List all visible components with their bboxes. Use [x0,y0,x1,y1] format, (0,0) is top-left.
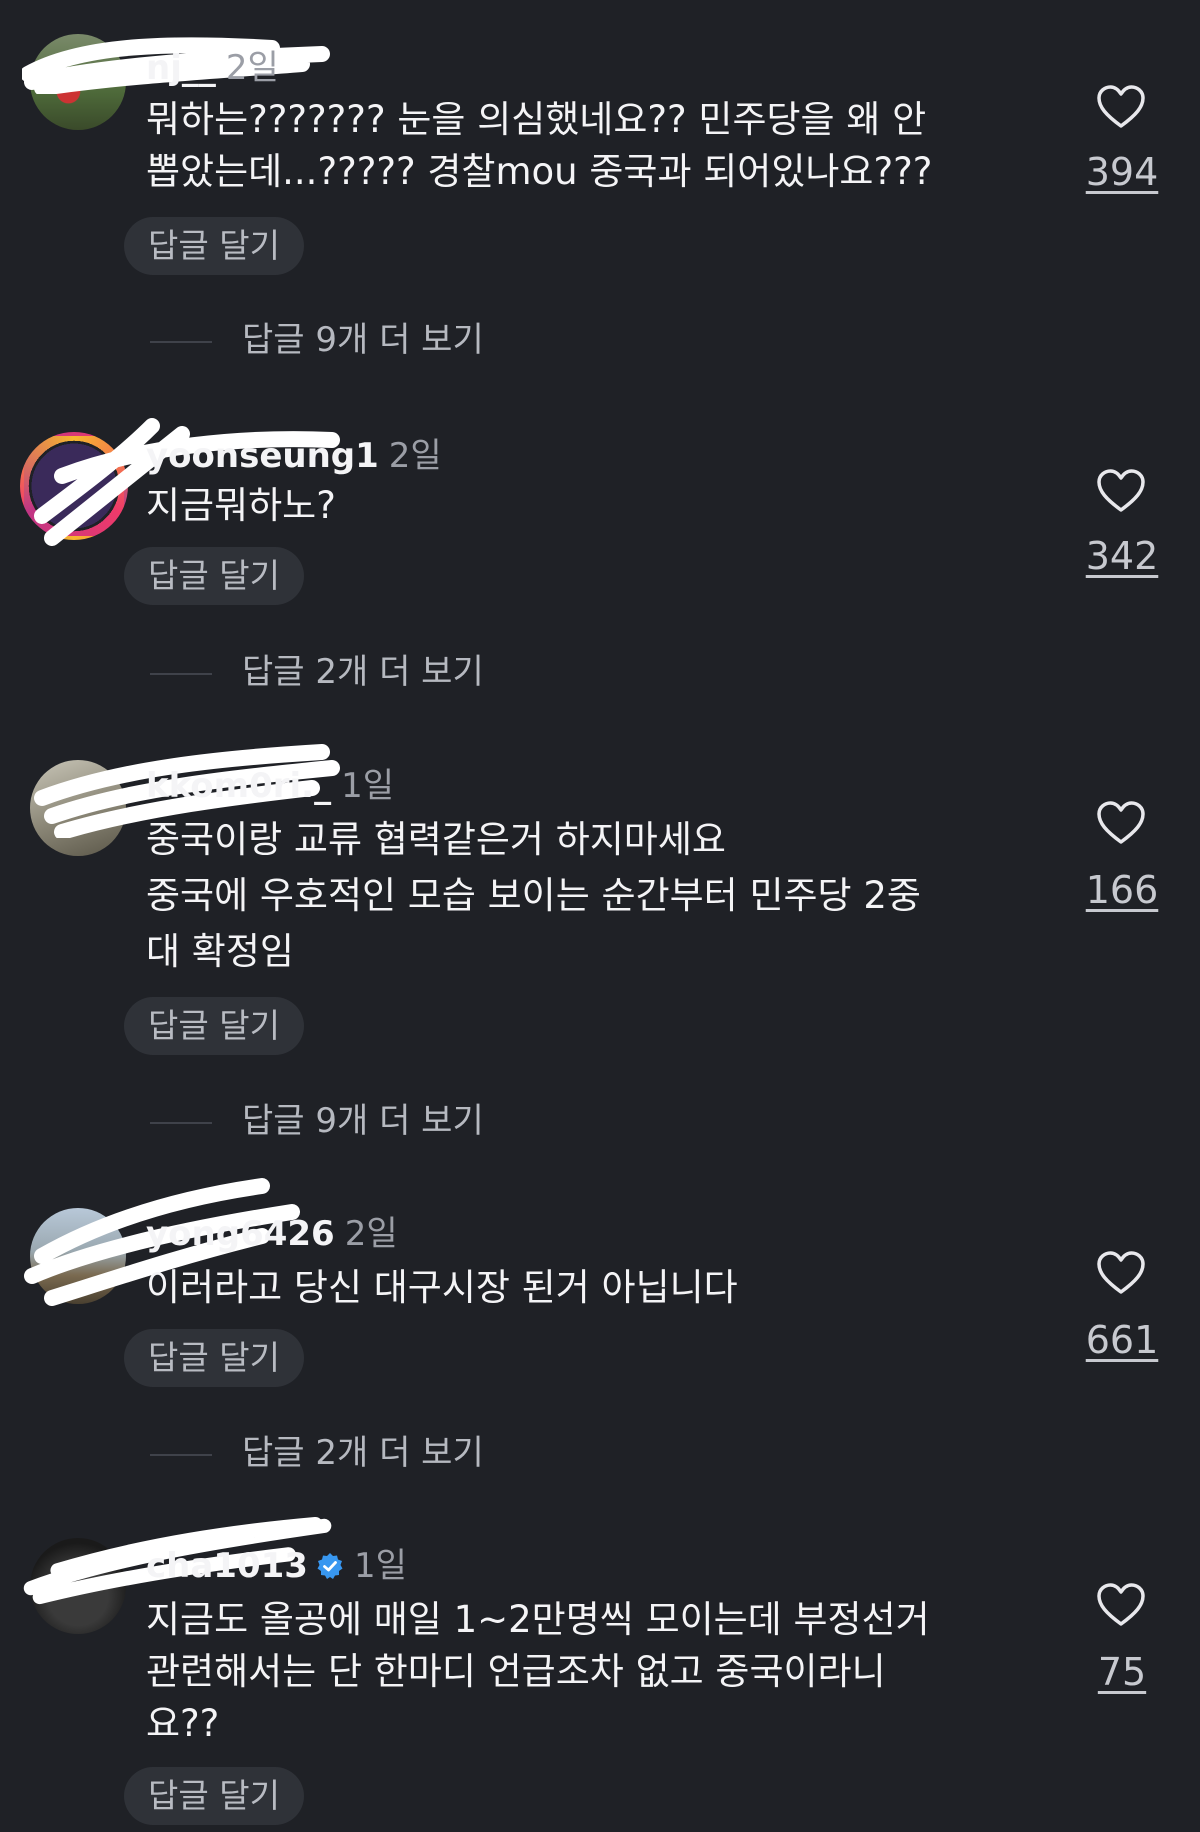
comment-text: 뭐하는??????? 눈을 의심했네요?? 민주당을 왜 안 뽑았는데...??… [146,98,933,193]
view-more-replies[interactable]: 답글 2개 더 보기 [150,1425,484,1474]
timestamp: 2일 [344,1214,398,1254]
heart-outline-icon[interactable] [1096,468,1146,514]
comment-meta: yoonseung1 2일 [146,428,442,477]
username[interactable]: yong6426 [146,1214,335,1254]
view-more-replies-label: 답글 2개 더 보기 [242,652,484,692]
comment-text: 중국이랑 교류 협력같은거 하지마세요 중국에 우호적인 모습 보이는 순간부터… [146,818,921,973]
username[interactable]: cha1013 [146,1546,308,1586]
divider-line [150,672,212,675]
timestamp: 2일 [388,436,442,476]
like-count[interactable]: 75 [1062,1650,1182,1694]
verified-badge-icon [317,1553,343,1579]
like-count[interactable]: 166 [1062,868,1182,912]
comment-meta: kkom0ri._ 1일 [146,758,394,807]
avatar[interactable] [30,34,126,130]
timestamp: 1일 [341,766,395,806]
view-more-replies-label: 답글 2개 더 보기 [242,1433,484,1473]
comment-text: 지금뭐하노? [146,484,336,527]
view-more-replies[interactable]: 답글 2개 더 보기 [150,644,484,693]
avatar[interactable] [30,760,126,856]
username[interactable]: kkom0ri._ [146,766,331,806]
timestamp: 2일 [225,48,279,88]
like-count[interactable]: 342 [1062,534,1182,578]
reply-button[interactable]: 답글 달기 [124,547,304,605]
like-count[interactable]: 661 [1062,1318,1182,1362]
view-more-replies[interactable]: 답글 9개 더 보기 [150,1093,484,1142]
reply-button[interactable]: 답글 달기 [124,1329,304,1387]
comment-text: 이러라고 당신 대구시장 된거 아닙니다 [146,1266,738,1309]
view-more-replies-label: 답글 9개 더 보기 [242,320,484,360]
comment-meta: nj__ 2일 [146,40,279,89]
divider-line [150,1453,212,1456]
divider-line [150,1121,212,1124]
like-count[interactable]: 394 [1062,150,1182,194]
divider-line [150,340,212,343]
avatar[interactable] [30,1208,126,1304]
avatar[interactable] [30,1538,126,1634]
reply-button[interactable]: 답글 달기 [124,217,304,275]
view-more-replies-label: 답글 9개 더 보기 [242,1101,484,1141]
view-more-replies[interactable]: 답글 9개 더 보기 [150,312,484,361]
timestamp: 1일 [353,1546,407,1586]
comment-meta: cha1013 1일 [146,1538,407,1587]
reply-button[interactable]: 답글 달기 [124,1767,304,1825]
reply-button[interactable]: 답글 달기 [124,997,304,1055]
heart-outline-icon[interactable] [1096,84,1146,130]
heart-outline-icon[interactable] [1096,1250,1146,1296]
avatar[interactable] [20,432,128,540]
heart-outline-icon[interactable] [1096,800,1146,846]
username[interactable]: nj__ [146,48,216,88]
comment-meta: yong6426 2일 [146,1206,398,1255]
comment-text: 지금도 올공에 매일 1~2만명씩 모이는데 부정선거 관련해서는 단 한마디 … [146,1598,930,1745]
username[interactable]: yoonseung1 [146,436,379,476]
heart-outline-icon[interactable] [1096,1582,1146,1628]
